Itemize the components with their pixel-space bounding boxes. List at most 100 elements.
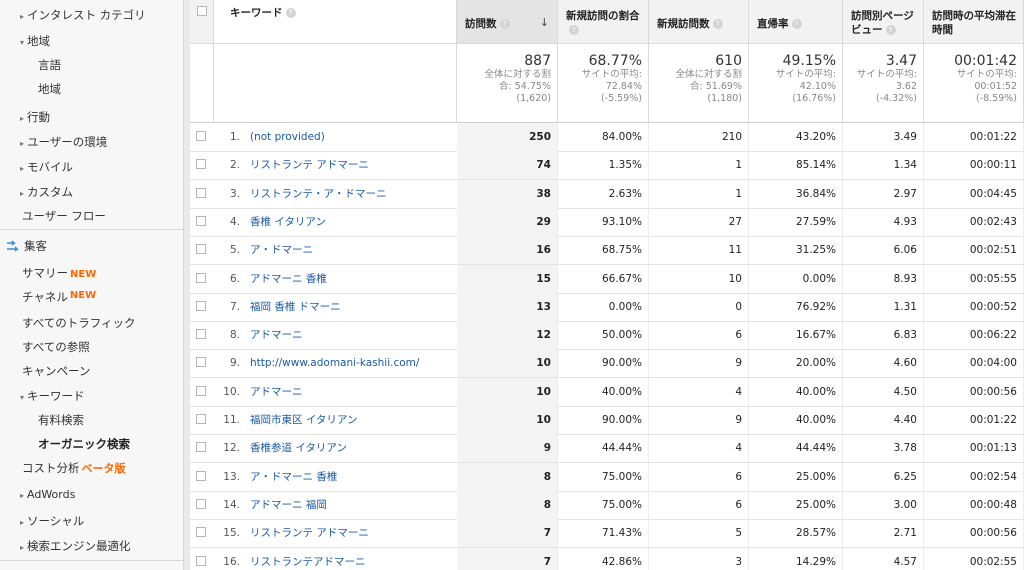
- sidebar-item-user-flow[interactable]: ユーザー フロー: [22, 208, 106, 224]
- row-checkbox[interactable]: [196, 414, 206, 424]
- select-all-checkbox[interactable]: [197, 6, 207, 16]
- cell-keyword: 12. 香椎参道 イタリアン: [214, 434, 457, 462]
- row-index: 3.: [229, 187, 240, 200]
- sidebar-item-campaigns[interactable]: キャンペーン: [22, 363, 90, 379]
- keyword-link[interactable]: リストランテアドマーニ: [250, 556, 366, 568]
- header-avg-duration[interactable]: 訪問時の平均滞在時間: [924, 0, 1024, 44]
- row-checkbox[interactable]: [196, 187, 206, 198]
- cell-bounce-rate: 14.29%: [749, 547, 843, 570]
- row-checkbox[interactable]: [196, 131, 206, 141]
- row-checkbox[interactable]: [196, 159, 206, 170]
- sidebar-item-mobile[interactable]: ▸ モバイル: [20, 159, 73, 175]
- cell-pages-per-visit: 8.93: [843, 264, 924, 293]
- keyword-link[interactable]: アドマーニ: [250, 386, 303, 398]
- sidebar-item-channels[interactable]: チャネル NEW: [22, 289, 96, 305]
- keyword-link[interactable]: アドマーニ 福岡: [250, 499, 327, 511]
- row-checkbox[interactable]: [196, 470, 206, 481]
- header-bounce-rate[interactable]: 直帰率?: [749, 0, 843, 44]
- keyword-link[interactable]: 福岡 香椎 ドマーニ: [250, 301, 341, 313]
- cell-new-visits: 1: [649, 151, 749, 180]
- sidebar-item-interest-category[interactable]: ▸ インタレスト カテゴリ: [20, 7, 146, 23]
- cell-new-visit-rate: 66.67%: [558, 264, 649, 293]
- sidebar-item-all-referrals[interactable]: すべての参照: [22, 339, 90, 355]
- row-checkbox[interactable]: [196, 215, 206, 226]
- keyword-link[interactable]: http://www.adomani-kashii.com/: [250, 357, 419, 369]
- header-label: 新規訪問数: [657, 18, 710, 30]
- total-sub: 42.10%: [799, 81, 836, 92]
- row-checkbox[interactable]: [196, 244, 206, 255]
- sidebar-item-adwords[interactable]: ▸ AdWords: [20, 488, 75, 501]
- keyword-link[interactable]: リストランテ アドマーニ: [250, 527, 369, 539]
- header-pages-per-visit[interactable]: 訪問別ページビュー?: [843, 0, 924, 44]
- sidebar-item-region-group[interactable]: ▾ 地域: [20, 33, 50, 49]
- cell-new-visits: 6: [649, 462, 749, 491]
- sidebar-item-organic-search[interactable]: オーガニック検索: [38, 436, 130, 452]
- total-sub: (-5.59%): [600, 93, 642, 104]
- table-row: 14. アドマーニ 福岡 8 75.00% 6 25.00% 3.00 00:00:48: [190, 490, 1024, 520]
- sidebar-item-custom[interactable]: ▸ カスタム: [20, 184, 73, 200]
- header-keyword[interactable]: キーワード?: [214, 0, 457, 44]
- sidebar-item-behavior[interactable]: ▸ 行動: [20, 109, 50, 125]
- collapse-arrow-icon: ▾: [20, 393, 25, 402]
- row-checkbox[interactable]: [196, 555, 206, 566]
- row-checkbox[interactable]: [196, 498, 206, 509]
- keyword-link[interactable]: リストランテ アドマーニ: [250, 159, 369, 171]
- header-new-visits[interactable]: 新規訪問数?: [649, 0, 749, 44]
- header-new-visit-rate[interactable]: 新規訪問の割合?: [558, 0, 649, 44]
- sidebar-item-language[interactable]: 言語: [38, 57, 61, 73]
- row-checkbox[interactable]: [196, 357, 206, 368]
- sidebar-item-technology[interactable]: ▸ ユーザーの環境: [20, 134, 107, 150]
- sidebar-item-paid-search[interactable]: 有料検索: [38, 412, 84, 428]
- keyword-link[interactable]: ア・ドマーニ 香椎: [250, 471, 337, 483]
- row-checkbox[interactable]: [196, 329, 206, 340]
- keyword-link[interactable]: 福岡市東区 イタリアン: [250, 414, 358, 426]
- keyword-link[interactable]: リストランテ・ア・ドマーニ: [250, 188, 387, 200]
- keyword-link[interactable]: アドマーニ 香椎: [250, 273, 327, 285]
- keyword-link[interactable]: 香椎参道 イタリアン: [250, 442, 347, 454]
- row-checkbox[interactable]: [196, 527, 206, 538]
- cell-visits: 8: [457, 490, 558, 519]
- help-icon[interactable]: ?: [499, 19, 510, 29]
- sidebar-item-label: すべての参照: [22, 340, 90, 354]
- row-checkbox[interactable]: [196, 442, 206, 453]
- cell-new-visit-rate: 0.00%: [558, 292, 649, 321]
- row-index: 5.: [229, 244, 240, 257]
- cell-pages-per-visit: 6.06: [843, 236, 924, 265]
- row-checkbox[interactable]: [196, 300, 206, 311]
- header-visits[interactable]: 訪問数? ↓: [457, 0, 558, 44]
- sidebar-item-label: すべてのトラフィック: [22, 316, 136, 330]
- sidebar-section-acquisition[interactable]: 集客: [6, 238, 47, 254]
- sidebar-item-label: 言語: [38, 58, 61, 72]
- header-label: 直帰率: [757, 18, 789, 30]
- help-icon[interactable]: ?: [791, 19, 802, 29]
- table-row: 4. 香椎 イタリアン 29 93.10% 27 27.59% 4.93 00:02:43: [190, 207, 1024, 237]
- total-sub: サイトの平均:: [856, 69, 917, 80]
- sidebar-item-all-traffic[interactable]: すべてのトラフィック: [22, 315, 136, 331]
- sidebar-item-cost-analysis[interactable]: コスト分析 ベータ版: [22, 460, 126, 476]
- keyword-link[interactable]: ア・ドマーニ: [250, 244, 313, 256]
- cell-avg-duration: 00:05:55: [924, 264, 1024, 293]
- help-icon[interactable]: ?: [885, 25, 896, 35]
- table-row: 6. アドマーニ 香椎 15 66.67% 10 0.00% 8.93 00:05:55: [190, 264, 1024, 294]
- help-icon[interactable]: ?: [285, 8, 296, 18]
- sidebar-item-social[interactable]: ▸ ソーシャル: [20, 513, 84, 529]
- keyword-link[interactable]: アドマーニ: [250, 329, 303, 341]
- cell-visits: 10: [457, 377, 558, 406]
- keyword-link[interactable]: 香椎 イタリアン: [250, 216, 326, 228]
- help-icon[interactable]: ?: [569, 25, 579, 35]
- row-checkbox[interactable]: [196, 272, 206, 283]
- total-value: 68.77%: [588, 53, 642, 69]
- help-icon[interactable]: ?: [712, 19, 723, 29]
- total-sub: 72.84%: [605, 81, 642, 92]
- row-checkbox[interactable]: [196, 385, 206, 396]
- cell-keyword: 2. リストランテ アドマーニ: [214, 151, 457, 179]
- cell-avg-duration: 00:01:13: [924, 434, 1024, 463]
- sidebar-item-summary[interactable]: サマリー NEW: [22, 265, 96, 281]
- totals-select: [190, 44, 214, 123]
- keyword-link[interactable]: (not provided): [250, 131, 325, 143]
- expand-arrow-icon: ▸: [20, 518, 25, 527]
- sidebar-item-keywords[interactable]: ▾ キーワード: [20, 388, 85, 404]
- sidebar: ▸ インタレスト カテゴリ ▾ 地域 言語 地域 ▸ 行動 ▸ ユーザーの環境 ▸ モバイ…: [0, 0, 184, 570]
- sidebar-item-location[interactable]: 地域: [38, 81, 61, 97]
- sidebar-item-seo[interactable]: ▸ 検索エンジン最適化: [20, 538, 131, 554]
